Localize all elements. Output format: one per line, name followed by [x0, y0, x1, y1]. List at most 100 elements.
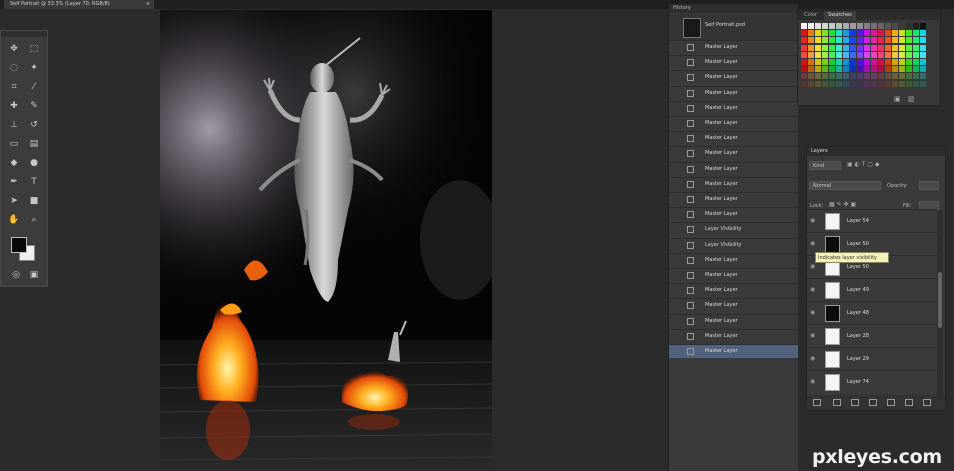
swatch[interactable] [801, 37, 807, 44]
visibility-eye-icon[interactable]: ◉ [810, 379, 818, 385]
swatch[interactable] [892, 23, 898, 29]
swatch[interactable] [857, 73, 863, 80]
swatch[interactable] [906, 66, 912, 73]
swatch[interactable] [850, 80, 856, 87]
swatch[interactable] [857, 37, 863, 44]
swatch[interactable] [920, 51, 926, 58]
swatch[interactable] [801, 51, 807, 58]
crop-icon[interactable]: ⌗ [7, 81, 21, 93]
swatch[interactable] [899, 66, 905, 73]
history-state[interactable]: Master Layer [669, 268, 798, 282]
swatch[interactable] [836, 66, 842, 73]
swatch[interactable] [843, 23, 849, 29]
brush-icon[interactable]: ✎ [27, 100, 41, 112]
swatch[interactable] [920, 66, 926, 73]
swatch[interactable] [808, 51, 814, 58]
swatch[interactable] [836, 30, 842, 37]
swatch[interactable] [850, 37, 856, 44]
swatch[interactable] [801, 23, 807, 29]
swatch[interactable] [906, 23, 912, 29]
swatch[interactable] [878, 23, 884, 29]
swatch[interactable] [815, 73, 821, 80]
history-state[interactable]: Master Layer [669, 283, 798, 297]
swatch[interactable] [850, 30, 856, 37]
swatch[interactable] [871, 30, 877, 37]
swatch[interactable] [913, 51, 919, 58]
swatch[interactable] [913, 44, 919, 51]
visibility-eye-icon[interactable]: ◉ [810, 218, 818, 224]
history-state[interactable]: Master Layer [669, 146, 798, 160]
swatch[interactable] [808, 23, 814, 29]
eraser-icon[interactable]: ▭ [7, 138, 21, 150]
swatch[interactable] [808, 66, 814, 73]
swatch[interactable] [850, 23, 856, 29]
swatch[interactable] [913, 80, 919, 87]
link-layers-icon[interactable] [813, 399, 821, 406]
document-tab[interactable]: Self Portrait @ 33.3% (Layer 70, RGB/8) … [4, 0, 154, 9]
hand-icon[interactable]: ✋ [7, 214, 21, 226]
layers-panel-title[interactable]: Layers [807, 147, 945, 156]
swatch[interactable] [843, 44, 849, 51]
swatch[interactable] [899, 37, 905, 44]
swatch[interactable] [822, 59, 828, 65]
swatch[interactable] [850, 73, 856, 80]
swatch[interactable] [857, 44, 863, 51]
swatch[interactable] [892, 51, 898, 58]
swatch[interactable] [878, 73, 884, 80]
swatch[interactable] [885, 59, 891, 65]
magic-wand-icon[interactable]: ✦ [27, 62, 41, 74]
tools-panel-grip[interactable] [1, 31, 47, 37]
swatch[interactable] [906, 80, 912, 87]
swatch[interactable] [850, 51, 856, 58]
swatch[interactable] [801, 73, 807, 80]
adjustment-layer-icon[interactable] [869, 399, 877, 406]
layer-row[interactable]: ◉ Layer 48 [807, 301, 937, 325]
swatch[interactable] [878, 66, 884, 73]
swatch[interactable] [878, 80, 884, 87]
opacity-field[interactable] [919, 181, 939, 190]
swatch[interactable] [885, 73, 891, 80]
swatch[interactable] [871, 66, 877, 73]
swatch[interactable] [801, 59, 807, 65]
delete-layer-icon[interactable] [923, 399, 931, 406]
swatch[interactable] [808, 73, 814, 80]
swatch[interactable] [920, 73, 926, 80]
new-layer-icon[interactable] [905, 399, 913, 406]
swatch[interactable] [871, 37, 877, 44]
swatch[interactable] [878, 37, 884, 44]
swatch[interactable] [836, 23, 842, 29]
swatch[interactable] [822, 51, 828, 58]
swatch[interactable] [829, 51, 835, 58]
swatch[interactable] [892, 59, 898, 65]
move-icon[interactable]: ✥ [7, 43, 21, 55]
swatch[interactable] [920, 80, 926, 87]
swatch[interactable] [822, 80, 828, 87]
swatch[interactable] [899, 59, 905, 65]
swatch[interactable] [857, 80, 863, 87]
swatch[interactable] [822, 66, 828, 73]
visibility-eye-icon[interactable]: ◉ [810, 264, 818, 270]
swatch[interactable] [829, 80, 835, 87]
history-state[interactable]: Master Layer [669, 252, 798, 267]
swatch[interactable] [864, 73, 870, 80]
history-state[interactable]: Master Layer [669, 131, 798, 145]
delete-swatch-icon[interactable]: ▥ [908, 95, 915, 103]
swatch[interactable] [906, 30, 912, 37]
swatch[interactable] [878, 51, 884, 58]
swatch[interactable] [857, 30, 863, 37]
swatch[interactable] [815, 80, 821, 87]
swatch[interactable] [864, 23, 870, 29]
swatch[interactable] [913, 73, 919, 80]
swatch[interactable] [906, 51, 912, 58]
swatch[interactable] [822, 44, 828, 51]
layer-row[interactable]: ◉ Layer 49 [807, 278, 937, 302]
new-group-icon[interactable] [887, 399, 895, 406]
document-canvas[interactable] [160, 10, 492, 471]
swatch[interactable] [913, 59, 919, 65]
swatch[interactable] [878, 59, 884, 65]
swatch[interactable] [871, 80, 877, 87]
swatch[interactable] [829, 23, 835, 29]
swatch[interactable] [885, 30, 891, 37]
swatch[interactable] [885, 51, 891, 58]
swatch[interactable] [822, 23, 828, 29]
